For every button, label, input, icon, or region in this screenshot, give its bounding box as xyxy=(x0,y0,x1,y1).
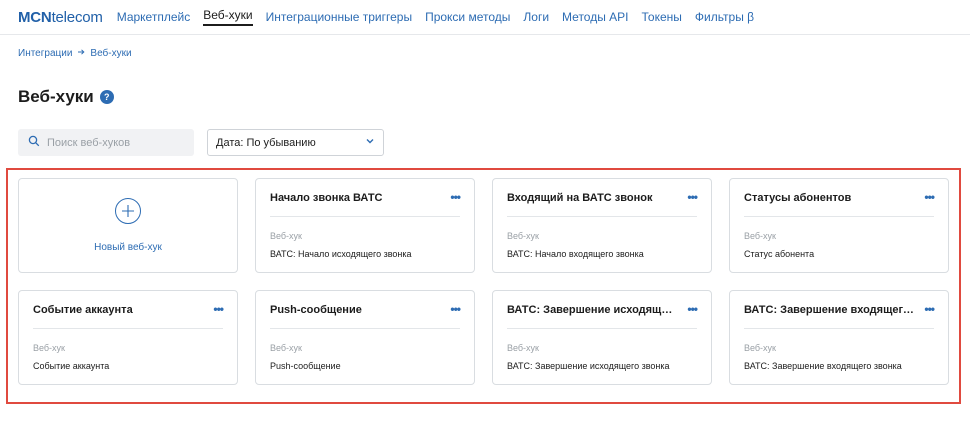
webhook-name: Начало звонка ВАТС xyxy=(270,192,383,204)
search-icon xyxy=(28,134,40,152)
card-divider xyxy=(33,328,223,329)
webhook-type: Веб-хук xyxy=(270,343,302,353)
more-horizontal-icon[interactable]: ••• xyxy=(924,190,935,204)
webhook-type: Веб-хук xyxy=(744,231,776,241)
card-divider xyxy=(507,328,697,329)
webhook-card[interactable]: Статусы абонентов ••• Веб-хук Статус або… xyxy=(729,178,949,273)
webhook-trigger: Событие аккаунта xyxy=(33,361,110,371)
logo[interactable]: MCNtelecom xyxy=(18,9,103,26)
webhook-name: Статусы абонентов xyxy=(744,192,852,204)
nav-item-integration-triggers[interactable]: Интеграционные триггеры xyxy=(266,0,412,35)
more-horizontal-icon[interactable]: ••• xyxy=(687,302,698,316)
card-divider xyxy=(507,216,697,217)
webhook-trigger: Статус абонента xyxy=(744,249,815,259)
card-divider xyxy=(270,328,460,329)
arrow-right-icon xyxy=(77,48,85,59)
breadcrumb-root[interactable]: Интеграции xyxy=(18,48,72,59)
webhook-trigger: ВАТС: Начало исходящего звонка xyxy=(270,249,412,259)
more-horizontal-icon[interactable]: ••• xyxy=(687,190,698,204)
webhook-name: Входящий на ВАТС звонок xyxy=(507,192,653,204)
webhook-trigger: ВАТС: Завершение исходящего звонка xyxy=(507,361,670,371)
page-title-row: Веб-хуки ? xyxy=(18,87,114,107)
nav-item-filters[interactable]: Фильтры β xyxy=(695,0,754,35)
webhook-trigger: Push-сообщение xyxy=(270,361,341,371)
nav-item-proxy-methods[interactable]: Прокси методы xyxy=(425,0,510,35)
webhook-card[interactable]: ВАТС: Завершение входящего звонка ••• Ве… xyxy=(729,290,949,385)
more-horizontal-icon[interactable]: ••• xyxy=(450,302,461,316)
logo-bold: MCN xyxy=(18,8,52,26)
nav-item-marketplace[interactable]: Маркетплейс xyxy=(117,0,191,35)
webhook-name: ВАТС: Завершение исходящего звонка xyxy=(507,304,677,316)
breadcrumb: Интеграции Веб-хуки xyxy=(18,48,132,59)
webhook-type: Веб-хук xyxy=(33,343,65,353)
nav-item-api-methods[interactable]: Методы API xyxy=(562,0,628,35)
breadcrumb-current[interactable]: Веб-хуки xyxy=(90,48,131,59)
new-webhook-card[interactable]: Новый веб-хук xyxy=(18,178,238,273)
webhook-card[interactable]: Push-сообщение ••• Веб-хук Push-сообщени… xyxy=(255,290,475,385)
webhook-card[interactable]: ВАТС: Завершение исходящего звонка ••• В… xyxy=(492,290,712,385)
webhook-type: Веб-хук xyxy=(507,231,539,241)
card-divider xyxy=(744,328,934,329)
webhook-name: Событие аккаунта xyxy=(33,304,133,316)
logo-light: telecom xyxy=(51,8,103,26)
more-horizontal-icon[interactable]: ••• xyxy=(450,190,461,204)
help-icon[interactable]: ? xyxy=(99,90,114,104)
webhook-grid: Новый веб-хук Начало звонка ВАТС ••• Веб… xyxy=(6,168,961,404)
sort-value: Дата: По убыванию xyxy=(216,136,316,149)
page-title: Веб-хуки xyxy=(18,87,94,106)
chevron-down-icon xyxy=(365,136,375,149)
search-field[interactable] xyxy=(18,129,194,156)
webhook-type: Веб-хук xyxy=(270,231,302,241)
more-horizontal-icon[interactable]: ••• xyxy=(924,302,935,316)
webhook-card[interactable]: Начало звонка ВАТС ••• Веб-хук ВАТС: Нач… xyxy=(255,178,475,273)
sort-select[interactable]: Дата: По убыванию xyxy=(207,129,384,156)
nav-item-logs[interactable]: Логи xyxy=(523,0,549,35)
plus-circle-icon xyxy=(115,198,141,224)
webhook-name: ВАТС: Завершение входящего звонка xyxy=(744,304,914,316)
webhook-card[interactable]: Входящий на ВАТС звонок ••• Веб-хук ВАТС… xyxy=(492,178,712,273)
webhook-trigger: ВАТС: Завершение входящего звонка xyxy=(744,361,902,371)
top-navigation: MCNtelecom Маркетплейс Веб-хуки Интеграц… xyxy=(0,0,970,35)
webhook-trigger: ВАТС: Начало входящего звонка xyxy=(507,249,644,259)
more-horizontal-icon[interactable]: ••• xyxy=(213,302,224,316)
card-divider xyxy=(744,216,934,217)
webhook-type: Веб-хук xyxy=(744,343,776,353)
webhook-card[interactable]: Событие аккаунта ••• Веб-хук Событие акк… xyxy=(18,290,238,385)
webhook-type: Веб-хук xyxy=(507,343,539,353)
nav-item-webhooks[interactable]: Веб-хуки xyxy=(203,0,253,35)
nav-item-tokens[interactable]: Токены xyxy=(642,0,682,35)
search-input[interactable] xyxy=(47,136,187,149)
webhook-name: Push-сообщение xyxy=(270,304,362,316)
card-divider xyxy=(270,216,460,217)
new-webhook-label: Новый веб-хук xyxy=(94,242,162,253)
